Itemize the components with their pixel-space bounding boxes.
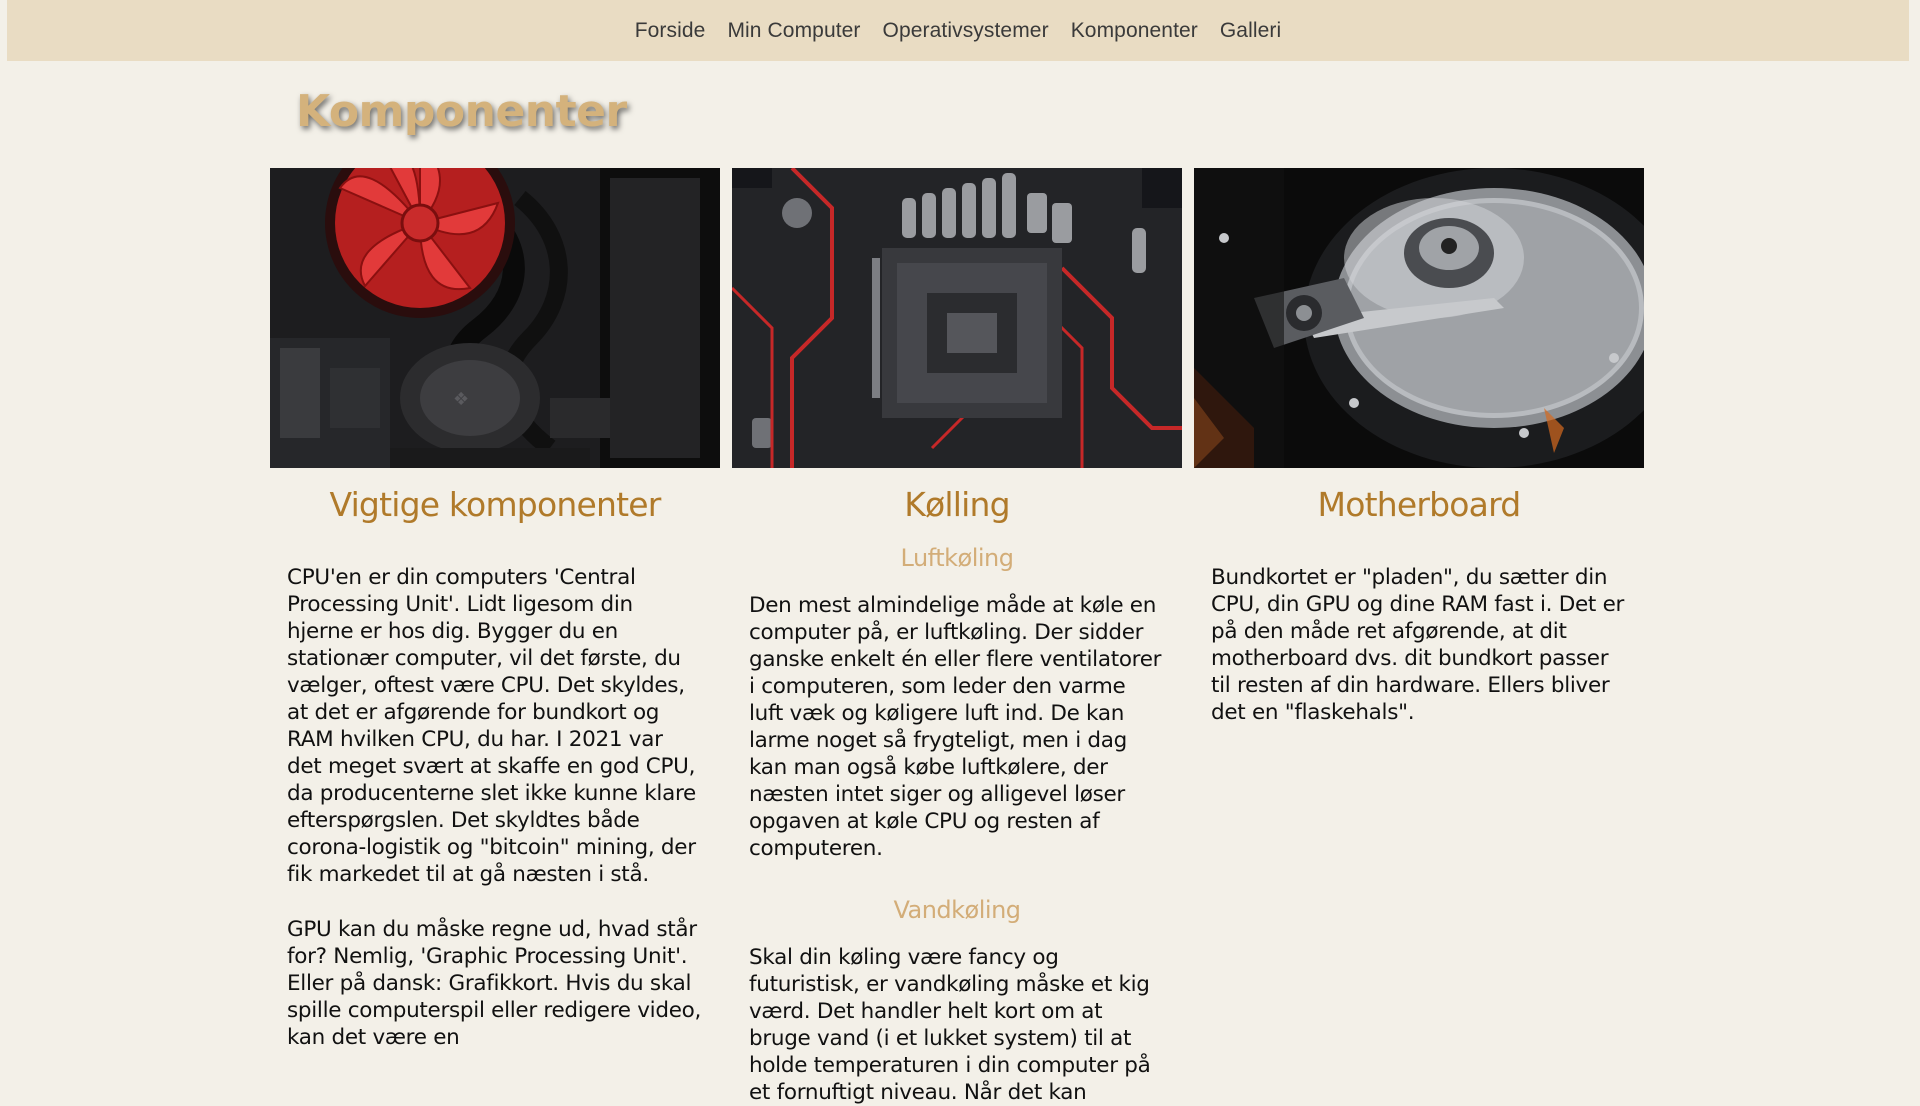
subheading-vandkoling: Vandkøling bbox=[893, 896, 1021, 924]
components-columns: ❖ Vigtige komponenter CPU'en er din comp… bbox=[270, 168, 1646, 1106]
nav-item-operativsystemer[interactable]: Operativsystemer bbox=[872, 2, 1060, 60]
gpu-paragraph: GPU kan du måske regne ud, hvad står for… bbox=[287, 917, 702, 1050]
air-cooling-paragraph: Den mest almindelige måde at køle en com… bbox=[749, 593, 1162, 861]
cpu-paragraph: CPU'en er din computers 'Central Process… bbox=[287, 565, 696, 887]
nav-item-komponenter[interactable]: Komponenter bbox=[1060, 2, 1209, 60]
column-kolling: Kølling Luftkøling Den mest almindelige … bbox=[732, 168, 1182, 1106]
column-motherboard: Motherboard Bundkortet er "pladen", du s… bbox=[1194, 168, 1644, 1106]
main-nav: Forside Min Computer Operativsystemer Ko… bbox=[7, 0, 1909, 61]
motherboard-socket-image bbox=[732, 168, 1182, 468]
motherboard-paragraph: Bundkortet er "pladen", du sætter din CP… bbox=[1211, 565, 1625, 725]
svg-text:❖: ❖ bbox=[453, 389, 469, 410]
column-heading: Motherboard bbox=[1317, 485, 1522, 524]
column-heading: Kølling bbox=[904, 485, 1010, 524]
hard-drive-image bbox=[1194, 168, 1644, 468]
column-vigtige-komponenter: ❖ Vigtige komponenter CPU'en er din comp… bbox=[270, 168, 720, 1106]
water-cooling-paragraph: Skal din køling være fancy og futuristis… bbox=[749, 945, 1151, 1105]
nav-item-forside[interactable]: Forside bbox=[624, 2, 717, 60]
subheading-luftkoling: Luftkøling bbox=[900, 544, 1014, 572]
nav-item-galleri[interactable]: Galleri bbox=[1209, 2, 1292, 60]
page-title: Komponenter bbox=[296, 86, 627, 137]
column-heading: Vigtige komponenter bbox=[329, 485, 662, 524]
nav-item-min-computer[interactable]: Min Computer bbox=[716, 2, 871, 60]
cpu-cooler-image: ❖ bbox=[270, 168, 720, 468]
